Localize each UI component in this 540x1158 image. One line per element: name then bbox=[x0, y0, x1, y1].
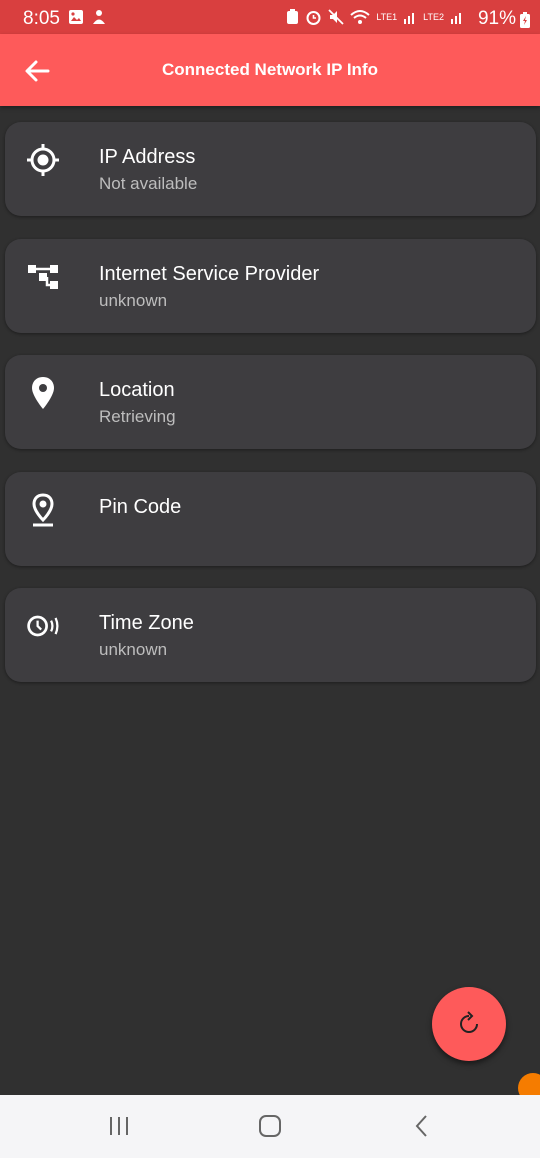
battery-percent: 91% bbox=[477, 8, 516, 29]
status-time: 8:05 bbox=[23, 8, 60, 29]
system-nav-bar bbox=[0, 1095, 540, 1158]
refresh-icon bbox=[460, 1011, 478, 1033]
wifi-icon bbox=[350, 10, 370, 24]
gallery-icon bbox=[69, 10, 83, 24]
card-time-zone[interactable]: Time Zone unknown bbox=[5, 588, 536, 683]
card-value: unknown bbox=[99, 640, 168, 660]
home-icon[interactable] bbox=[255, 1113, 285, 1139]
sim1-label: LTE1 bbox=[376, 12, 398, 22]
battery-saver-icon bbox=[287, 9, 299, 24]
app-notification-icon bbox=[93, 10, 105, 24]
app-bar: Connected Network IP Info bbox=[0, 34, 540, 106]
card-pin-code[interactable]: Pin Code bbox=[5, 471, 536, 566]
card-label: Pin Code bbox=[99, 495, 182, 518]
recent-apps-icon[interactable] bbox=[104, 1113, 134, 1139]
card-label: Internet Service Provider bbox=[99, 262, 320, 285]
crosshair-icon bbox=[27, 144, 59, 176]
card-isp[interactable]: Internet Service Provider unknown bbox=[5, 238, 536, 333]
system-icons: LTE1 LTE2 bbox=[286, 9, 464, 25]
alarm-icon bbox=[306, 11, 321, 25]
card-location[interactable]: Location Retrieving bbox=[5, 355, 536, 450]
signal-icon bbox=[404, 13, 415, 24]
back-nav-icon[interactable] bbox=[407, 1113, 437, 1139]
notification-icons bbox=[68, 9, 107, 25]
card-label: Location bbox=[99, 379, 175, 402]
pin-drop-icon bbox=[32, 493, 54, 527]
card-value: unknown bbox=[99, 290, 168, 310]
card-value: Retrieving bbox=[99, 407, 176, 427]
refresh-button[interactable] bbox=[432, 987, 506, 1061]
signal-icon bbox=[451, 13, 461, 24]
card-label: Time Zone bbox=[99, 612, 194, 635]
clock-signal-icon bbox=[27, 616, 59, 637]
card-label: IP Address bbox=[99, 146, 196, 168]
battery-icon bbox=[520, 12, 530, 28]
card-ip-address[interactable]: IP Address Not available bbox=[5, 122, 536, 216]
network-tree-icon bbox=[28, 264, 58, 289]
page-title: Connected Network IP Info bbox=[162, 60, 378, 79]
card-value: Not available bbox=[99, 174, 198, 193]
location-pin-icon bbox=[32, 377, 54, 410]
sim2-label: LTE2 bbox=[423, 12, 444, 22]
status-bar: 8:05 LTE1 LTE2 91% bbox=[0, 0, 540, 34]
info-card-list: IP Address Not available Internet Servic… bbox=[5, 122, 536, 705]
mute-icon bbox=[328, 9, 344, 25]
